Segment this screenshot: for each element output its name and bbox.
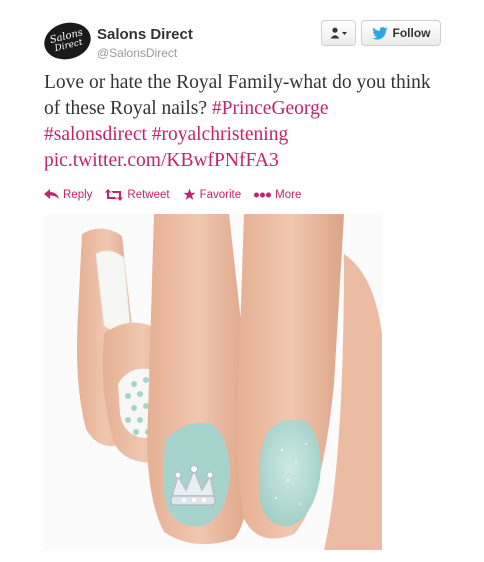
- favorite-label: Favorite: [199, 188, 242, 201]
- reply-icon: [44, 189, 59, 199]
- nail-art-image: [44, 214, 382, 550]
- reply-action[interactable]: Reply: [44, 189, 92, 201]
- user-dropdown-button[interactable]: [321, 20, 356, 46]
- follow-label: Follow: [392, 26, 431, 40]
- reply-label: Reply: [63, 188, 93, 201]
- hashtag-link[interactable]: #royalchristening: [152, 124, 288, 145]
- media-link[interactable]: pic.twitter.com/KBwfPNfFA3: [44, 150, 279, 171]
- more-action[interactable]: More: [254, 189, 301, 201]
- follow-button[interactable]: Follow: [361, 20, 441, 46]
- retweet-icon: [105, 188, 124, 201]
- avatar[interactable]: Salons Direct: [40, 17, 95, 65]
- tweet-actions: Reply Retweet Favorite More: [44, 188, 314, 201]
- star-icon: [183, 188, 196, 200]
- retweet-label: Retweet: [127, 188, 170, 201]
- account-name[interactable]: Salons Direct: [97, 26, 193, 43]
- retweet-action[interactable]: Retweet: [105, 188, 170, 201]
- more-dots-icon: [254, 192, 272, 197]
- favorite-action[interactable]: Favorite: [183, 188, 242, 201]
- account-handle[interactable]: @SalonsDirect: [97, 46, 177, 60]
- hashtag-link[interactable]: #PrinceGeorge: [212, 98, 329, 119]
- user-dropdown-icon: [330, 27, 347, 39]
- tweet-text: Love or hate the Royal Family-what do yo…: [44, 70, 444, 174]
- twitter-bird-icon: [371, 26, 388, 40]
- tweet-photo[interactable]: [44, 214, 382, 550]
- more-label: More: [275, 188, 302, 201]
- hashtag-link[interactable]: #salonsdirect: [44, 124, 147, 145]
